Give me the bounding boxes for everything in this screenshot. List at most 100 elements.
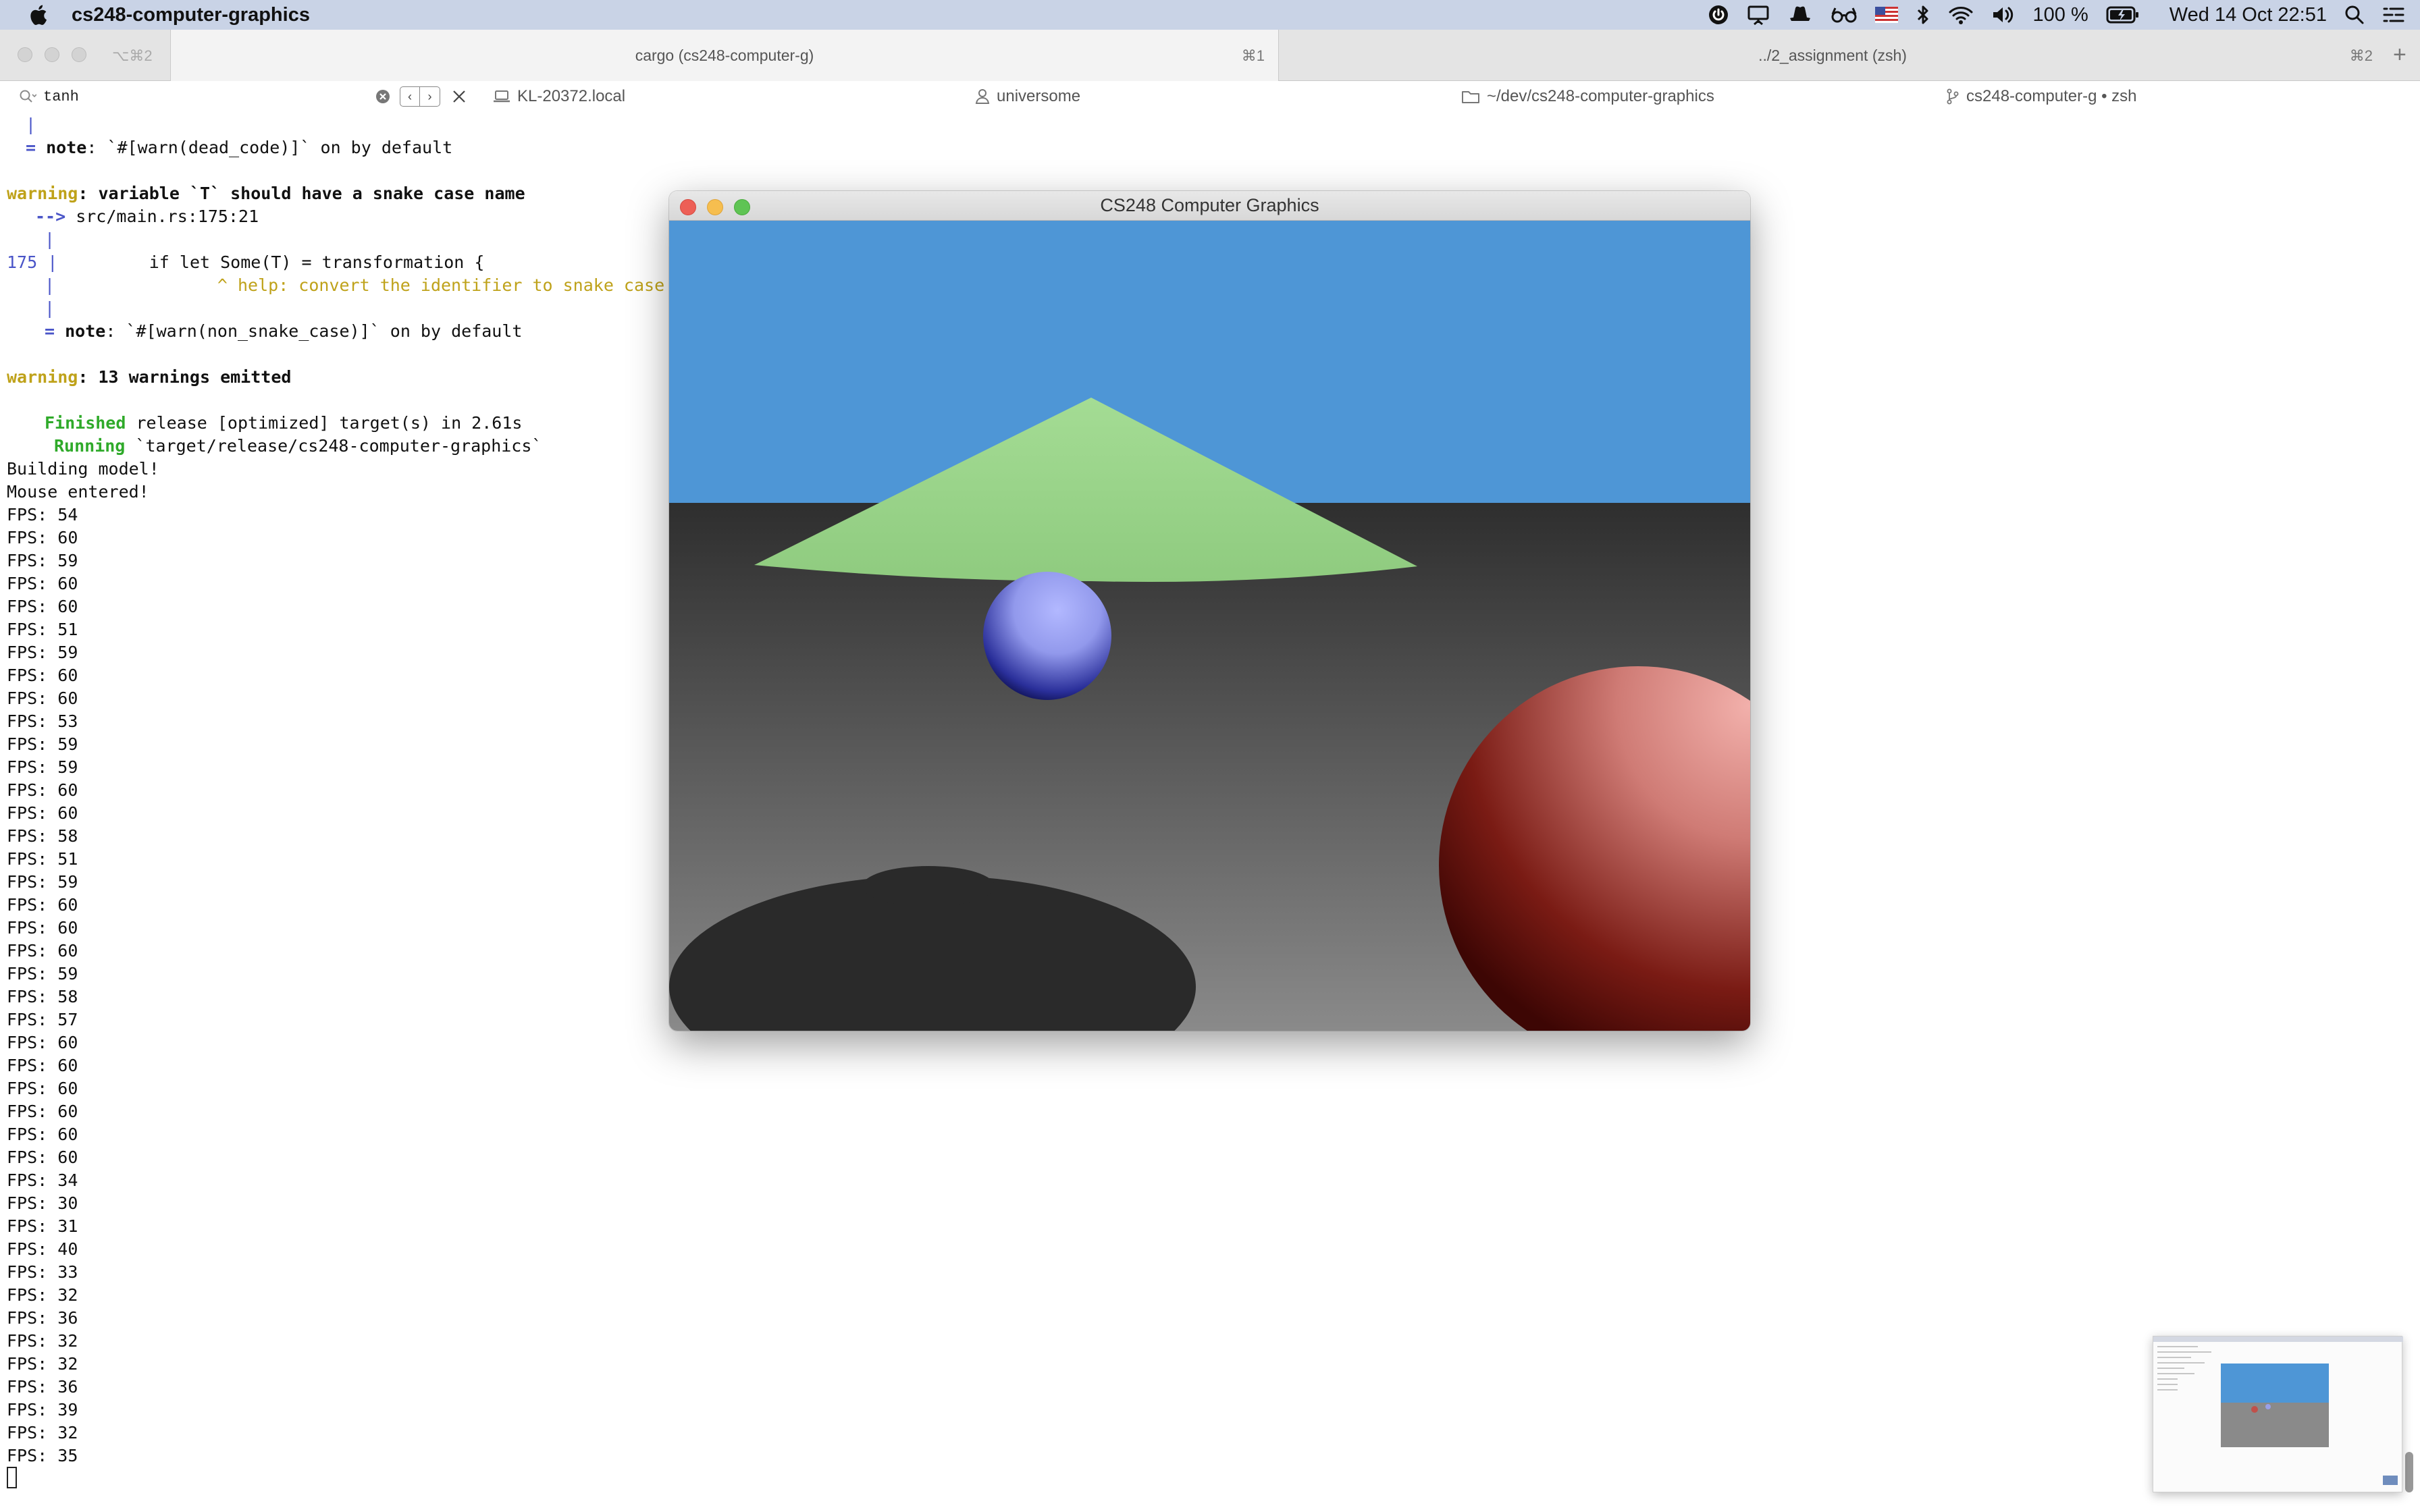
session-info: cs248-computer-g • zsh: [1946, 81, 2137, 112]
sphere-shadow: [862, 866, 995, 907]
note-label: note: [46, 138, 87, 157]
fps-prefix: FPS:: [7, 1193, 58, 1213]
mouse-line: Mouse entered!: [7, 482, 149, 502]
fps-value: 60: [57, 895, 78, 915]
host-info: KL-20372.local: [493, 81, 625, 112]
gutter-line: |: [26, 115, 36, 134]
terminal-scrollbar[interactable]: [2405, 1452, 2413, 1492]
session-name: cs248-computer-g • zsh: [1966, 87, 2137, 105]
fps-line: FPS: 59: [7, 871, 78, 894]
fps-line: FPS: 59: [7, 756, 78, 779]
fps-line: FPS: 33: [7, 1261, 78, 1284]
fps-value: 60: [57, 1056, 78, 1075]
fps-value: 59: [57, 964, 78, 983]
terminal-info-bar: tanh ‹ › KL-20372.local universome ~/dev…: [0, 81, 2420, 112]
incognito-hat-icon[interactable]: [1787, 5, 1813, 25]
find-next-button[interactable]: ›: [420, 86, 440, 107]
fps-prefix: FPS:: [7, 1102, 58, 1121]
fps-line: FPS: 39: [7, 1399, 78, 1422]
fps-value: 60: [57, 780, 78, 800]
finished-label: Finished: [45, 413, 126, 433]
render-window-titlebar[interactable]: CS248 Computer Graphics: [669, 191, 1750, 221]
git-branch-icon: [1947, 88, 1959, 105]
presentation-icon[interactable]: [1747, 4, 1770, 26]
menu-bar: cs248-computer-graphics 100 % Wed 14 Oct…: [0, 0, 2420, 30]
fps-value: 59: [57, 551, 78, 570]
user-icon: [975, 89, 990, 104]
fps-line: FPS: 60: [7, 779, 78, 802]
render-window-title: CS248 Computer Graphics: [1100, 195, 1319, 215]
fps-value: 54: [57, 505, 78, 524]
fps-prefix: FPS:: [7, 666, 58, 685]
render-window[interactable]: CS248 Computer Graphics: [669, 191, 1750, 1031]
zoom-window-button[interactable]: [72, 47, 86, 62]
fps-value: 58: [57, 826, 78, 846]
app-name-menu[interactable]: cs248-computer-graphics: [72, 4, 310, 26]
warning-label: warning: [7, 184, 78, 203]
fps-line: FPS: 51: [7, 618, 78, 641]
note-eq: =: [45, 321, 55, 341]
location-text: src/main.rs:175:21: [65, 207, 259, 226]
volume-icon[interactable]: [1991, 5, 2016, 25]
apple-menu-icon[interactable]: [27, 3, 49, 26]
close-find-icon[interactable]: [451, 88, 467, 105]
clock[interactable]: Wed 14 Oct 22:51: [2169, 4, 2327, 26]
find-previous-button[interactable]: ‹: [400, 86, 420, 107]
path-info: ~/dev/cs248-computer-graphics: [1461, 81, 1714, 112]
fps-line: FPS: 36: [7, 1307, 78, 1330]
terminal-cursor: [7, 1467, 17, 1488]
fps-value: 60: [57, 528, 78, 547]
power-icon[interactable]: [1708, 4, 1729, 26]
fps-value: 36: [57, 1377, 78, 1397]
fps-prefix: FPS:: [7, 1423, 58, 1442]
fps-value: 60: [57, 918, 78, 938]
render-canvas[interactable]: [669, 221, 1750, 1031]
window-preview-thumbnail[interactable]: [2153, 1336, 2403, 1492]
control-center-icon[interactable]: [2382, 5, 2405, 25]
find-field[interactable]: tanh: [19, 81, 397, 112]
clear-search-icon[interactable]: [375, 89, 390, 104]
fps-prefix: FPS:: [7, 1239, 58, 1259]
warning-text: : variable `T` should have a snake case …: [78, 184, 525, 203]
fps-value: 59: [57, 643, 78, 662]
fps-value: 33: [57, 1262, 78, 1282]
fps-line: FPS: 60: [7, 1054, 78, 1077]
fps-prefix: FPS:: [7, 1033, 58, 1052]
fps-line: FPS: 51: [7, 848, 78, 871]
zoom-button[interactable]: [734, 199, 750, 215]
laptop-icon: [494, 90, 510, 103]
tab-cargo[interactable]: cargo (cs248-computer-g) ⌘1: [170, 30, 1279, 81]
fps-value: 59: [57, 757, 78, 777]
fps-value: 32: [57, 1423, 78, 1442]
fps-line: FPS: 60: [7, 1123, 78, 1146]
fps-value: 31: [57, 1216, 78, 1236]
wifi-icon[interactable]: [1948, 5, 1974, 25]
minimize-button[interactable]: [707, 199, 723, 215]
spotlight-search-icon[interactable]: [2344, 5, 2365, 25]
finished-text: release [optimized] target(s) in 2.61s: [126, 413, 523, 433]
fps-line: FPS: 59: [7, 733, 78, 756]
note-non-snake-case: = note: `#[warn(non_snake_case)]` on by …: [45, 320, 522, 343]
close-window-button[interactable]: [18, 47, 32, 62]
running-text: `target/release/cs248-computer-graphics`: [125, 436, 542, 456]
find-input[interactable]: tanh: [43, 88, 79, 105]
help-text: ^ help: convert the identifier to snake …: [55, 275, 665, 295]
fps-line: FPS: 60: [7, 595, 78, 618]
fps-value: 32: [57, 1331, 78, 1351]
fps-prefix: FPS:: [7, 1308, 58, 1328]
fps-prefix: FPS:: [7, 803, 58, 823]
folder-icon: [1462, 91, 1479, 103]
battery-icon[interactable]: [2106, 5, 2140, 24]
fps-value: 60: [57, 1125, 78, 1144]
minimize-window-button[interactable]: [45, 47, 59, 62]
new-tab-button[interactable]: +: [2393, 42, 2406, 68]
fps-value: 59: [57, 734, 78, 754]
note-text: : `#[warn(dead_code)]` on by default: [86, 138, 453, 157]
tab-zsh[interactable]: ../2_assignment (zsh) ⌘2: [1279, 30, 2386, 81]
close-button[interactable]: [680, 199, 696, 215]
fps-value: 60: [57, 941, 78, 961]
fps-prefix: FPS:: [7, 620, 58, 639]
bluetooth-icon[interactable]: [1916, 4, 1930, 26]
glasses-icon[interactable]: [1831, 5, 1858, 25]
us-flag-icon[interactable]: [1874, 7, 1898, 23]
